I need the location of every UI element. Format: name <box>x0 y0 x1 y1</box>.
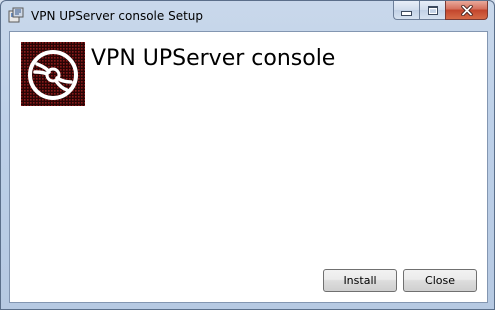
disc-icon <box>21 42 85 106</box>
window-title: VPN UPServer console Setup <box>31 9 204 23</box>
minimize-icon <box>401 11 412 16</box>
product-title: VPN UPServer console <box>91 46 336 71</box>
close-button[interactable]: Close <box>403 269 477 292</box>
close-icon <box>460 1 473 20</box>
install-button[interactable]: Install <box>323 269 397 292</box>
installer-icon <box>8 7 24 24</box>
setup-window: VPN UPServer console Setup VPN UPServer … <box>0 0 495 310</box>
close-window-button[interactable] <box>445 1 488 20</box>
title-bar[interactable]: VPN UPServer console Setup <box>1 1 494 31</box>
dialog-content: VPN UPServer console Install Close <box>9 31 488 303</box>
caption-buttons <box>393 1 488 21</box>
minimize-button[interactable] <box>393 1 419 20</box>
maximize-button[interactable] <box>419 1 445 20</box>
maximize-icon <box>427 5 438 15</box>
